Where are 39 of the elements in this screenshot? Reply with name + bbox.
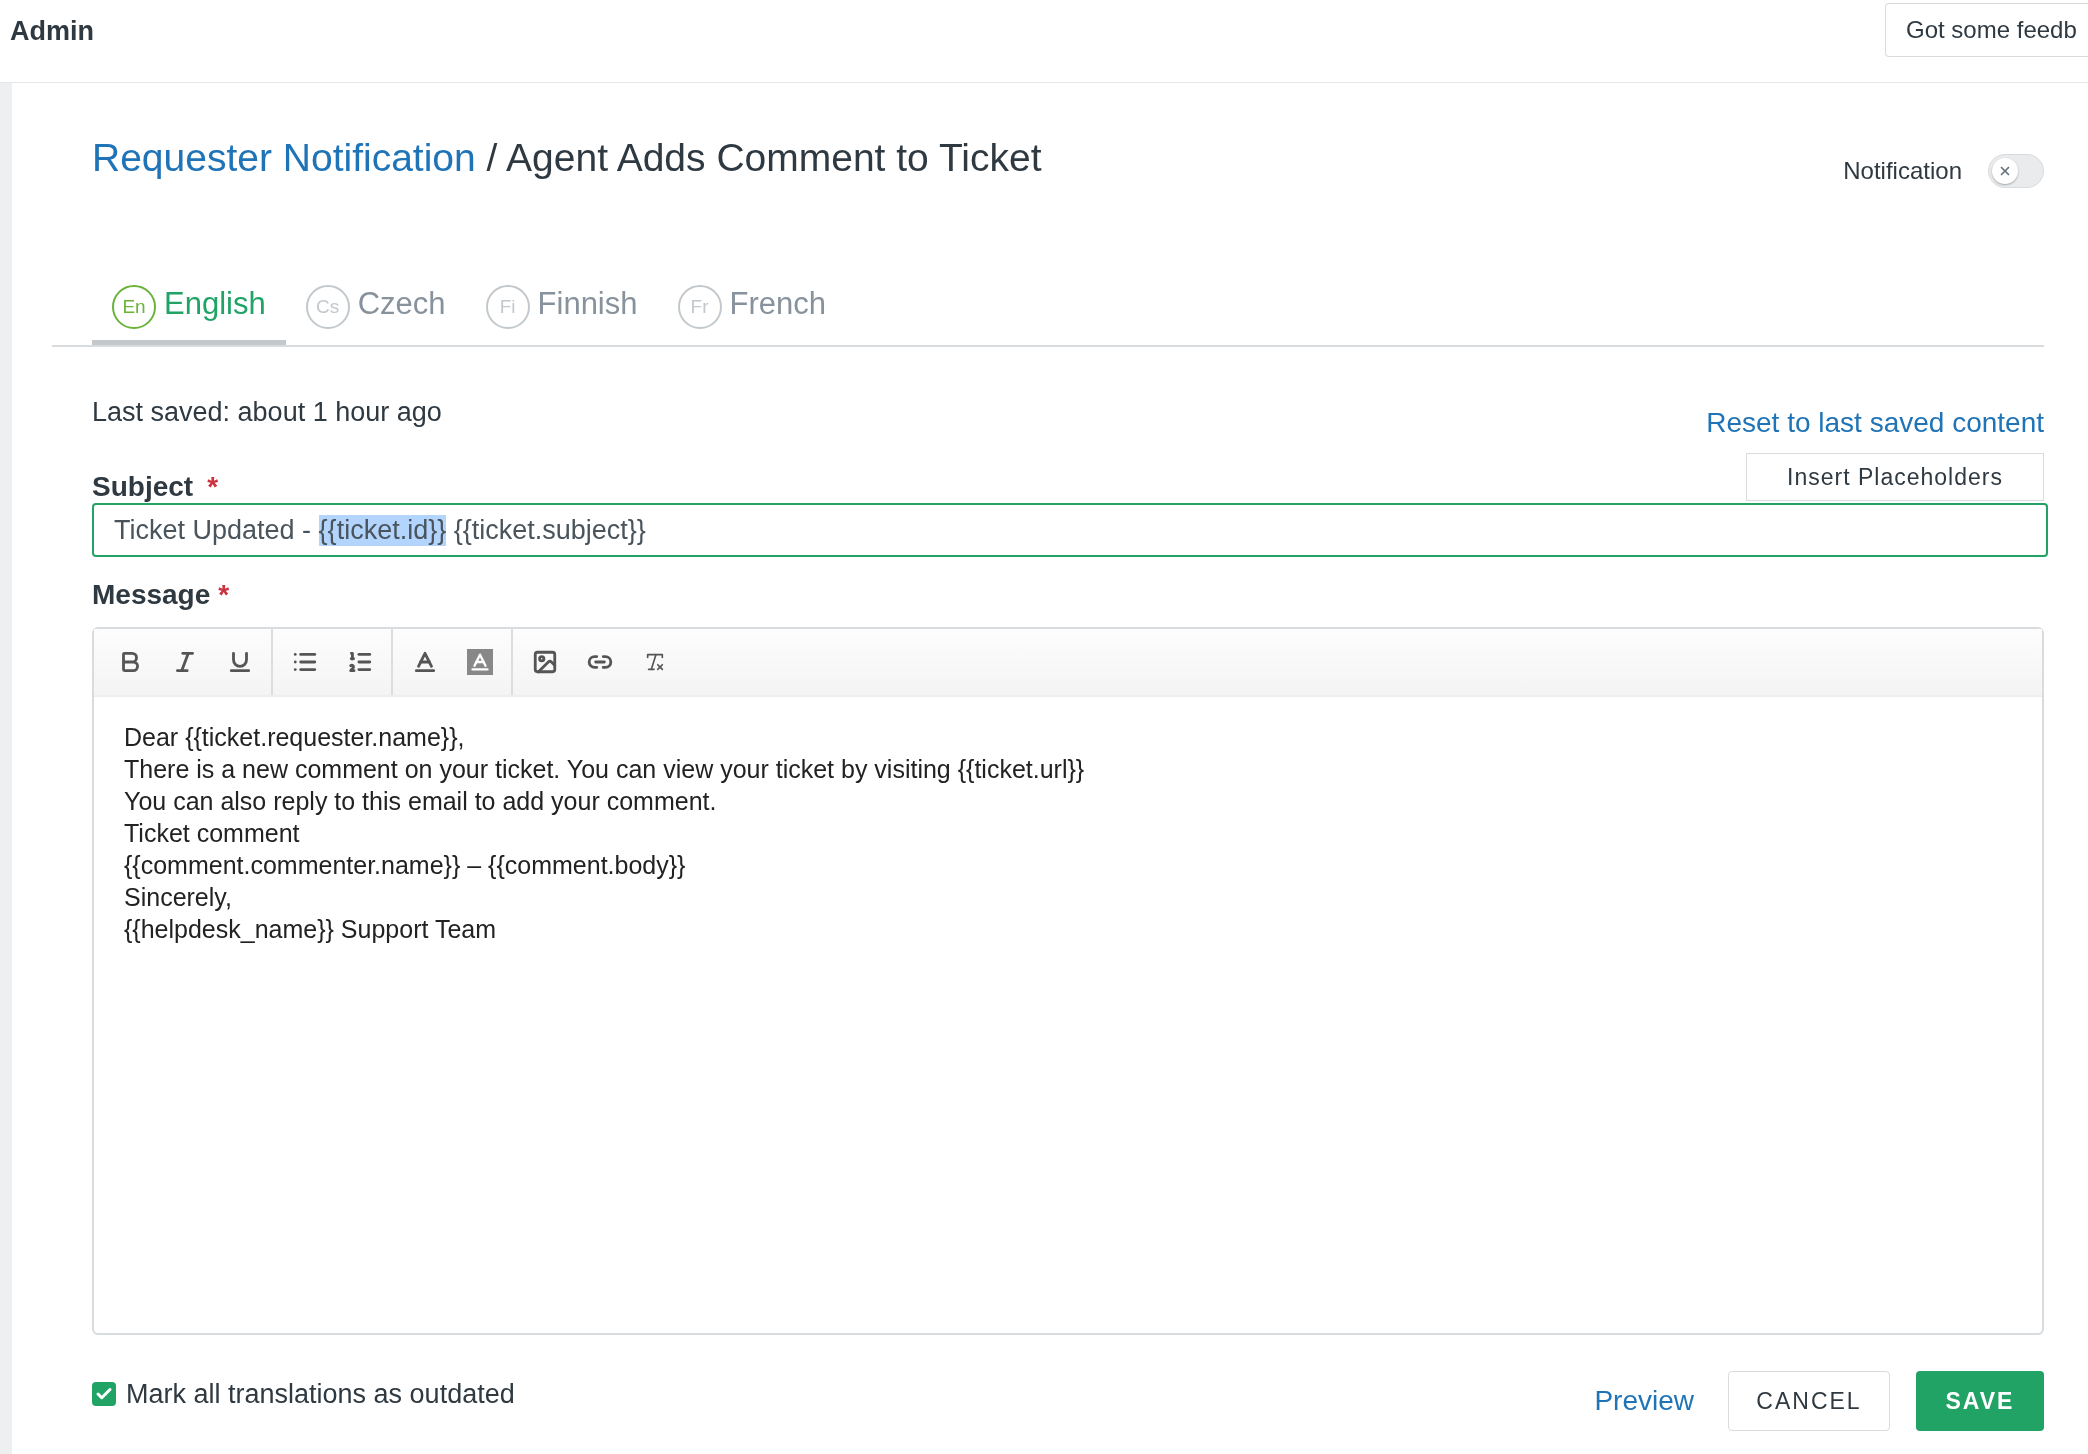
outdated-checkbox[interactable]	[92, 1382, 116, 1406]
required-mark: *	[218, 579, 230, 611]
app-title: Admin	[10, 16, 94, 47]
language-tab[interactable]: Fi Finnish	[465, 267, 658, 345]
cross-icon	[1998, 164, 2012, 178]
language-code-badge: Cs	[305, 284, 350, 329]
message-line: You can also reply to this email to add your comment.	[124, 786, 718, 817]
language-code-badge: Fr	[677, 284, 722, 329]
cancel-button[interactable]: CANCEL	[1728, 1371, 1890, 1431]
required-mark: *	[207, 471, 219, 503]
message-line: {{helpdesk_name}} Support Team	[124, 914, 498, 945]
message-line: Ticket comment	[124, 818, 301, 849]
tab-label: English	[164, 285, 266, 322]
preview-link[interactable]: Preview	[1594, 1385, 1694, 1417]
message-line: {{comment.commenter.name}} – {{comment.body}}	[124, 850, 687, 881]
tab-label: Czech	[357, 285, 446, 322]
message-line: Sincerely,	[124, 882, 233, 913]
tab-label: French	[729, 285, 826, 322]
message-label: Message	[92, 579, 211, 611]
subject-field[interactable]: Ticket Updated - {{ticket.id}} {{ticket.subject}}	[92, 503, 2048, 557]
insert-placeholders-button[interactable]: Insert Placeholders	[1746, 453, 2044, 501]
language-tab[interactable]: En English	[92, 267, 286, 345]
last-saved-text: Last saved: about 1 hour ago	[92, 397, 442, 428]
feedback-button[interactable]: Got some feedb	[1885, 3, 2088, 57]
reset-link[interactable]: Reset to last saved content	[1706, 407, 2044, 439]
page-title: Requester Notification / Agent Adds Comment to Ticket	[92, 136, 1042, 180]
subject-label: Subject	[92, 471, 194, 503]
save-button[interactable]: SAVE	[1916, 1371, 2044, 1431]
tab-label: Finnish	[537, 285, 638, 322]
language-code-badge: En	[112, 284, 156, 329]
message-line: Dear {{ticket.requester.name}},	[124, 722, 466, 753]
notification-toggle[interactable]	[1988, 154, 2044, 188]
language-code-badge: Fi	[485, 284, 530, 329]
breadcrumb-link[interactable]: Requester Notification	[92, 136, 476, 179]
language-tab[interactable]: Cs Czech	[285, 267, 466, 345]
message-line: There is a new comment on your ticket. You can view your ticket by visiting {{ticket.url}}	[124, 754, 1086, 785]
checkbox-label: Mark all translations as outdated	[126, 1378, 515, 1410]
notification-label: Notification	[1843, 157, 1962, 185]
language-tab[interactable]: Fr French	[657, 267, 846, 345]
